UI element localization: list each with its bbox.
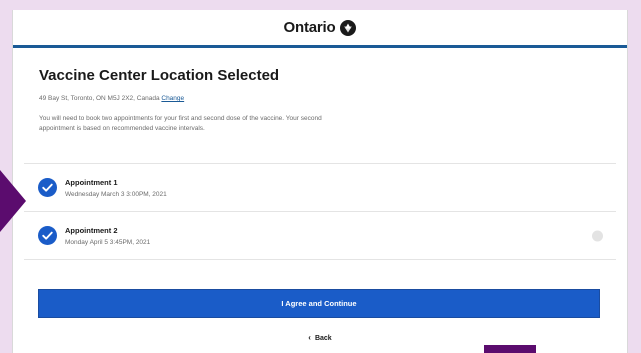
location-address: 49 Bay St, Toronto, ON M5J 2X2, Canada C…	[39, 95, 601, 102]
back-label: Back	[314, 334, 332, 342]
booking-window: Ontario Vaccine Center Location Selected…	[12, 10, 628, 353]
change-location-link[interactable]: Change	[161, 95, 184, 102]
appointments-list: Appointment 1 Wednesday March 3 3:00PM, …	[24, 163, 616, 260]
appointment-row-1[interactable]: Appointment 1 Wednesday March 3 3:00PM, …	[24, 163, 616, 211]
main-content: Vaccine Center Location Selected 49 Bay …	[13, 48, 627, 134]
address-text: 49 Bay St, Toronto, ON M5J 2X2, Canada	[39, 95, 160, 102]
appointment-2-title: Appointment 2	[65, 225, 118, 235]
trillium-logo-icon	[340, 19, 357, 36]
info-text: You will need to book two appointments f…	[39, 115, 322, 132]
page-title: Vaccine Center Location Selected	[39, 67, 280, 84]
annotation-block	[484, 345, 536, 353]
appointment-1-title: Appointment 1	[65, 177, 118, 187]
appointment-1-datetime: Wednesday March 3 3:00PM, 2021	[65, 190, 167, 198]
appointment-2-datetime: Monday April 5 3:45PM, 2021	[65, 238, 151, 246]
brand-name: Ontario	[283, 19, 336, 36]
edit-appointment-icon[interactable]	[592, 230, 603, 241]
appointment-2-details: Appointment 2 Monday April 5 3:45PM, 202…	[65, 226, 150, 246]
appointment-row-2[interactable]: Appointment 2 Monday April 5 3:45PM, 202…	[24, 211, 616, 260]
chevron-left-icon: ‹	[308, 333, 311, 342]
agree-continue-button[interactable]: I Agree and Continue	[38, 289, 600, 318]
check-circle-icon	[38, 178, 57, 197]
check-circle-icon	[38, 226, 57, 245]
back-link[interactable]: ‹ Back	[13, 334, 627, 342]
annotation-arrow	[0, 170, 26, 232]
site-header: Ontario	[13, 10, 627, 45]
appointment-1-details: Appointment 1 Wednesday March 3 3:00PM, …	[65, 178, 167, 198]
